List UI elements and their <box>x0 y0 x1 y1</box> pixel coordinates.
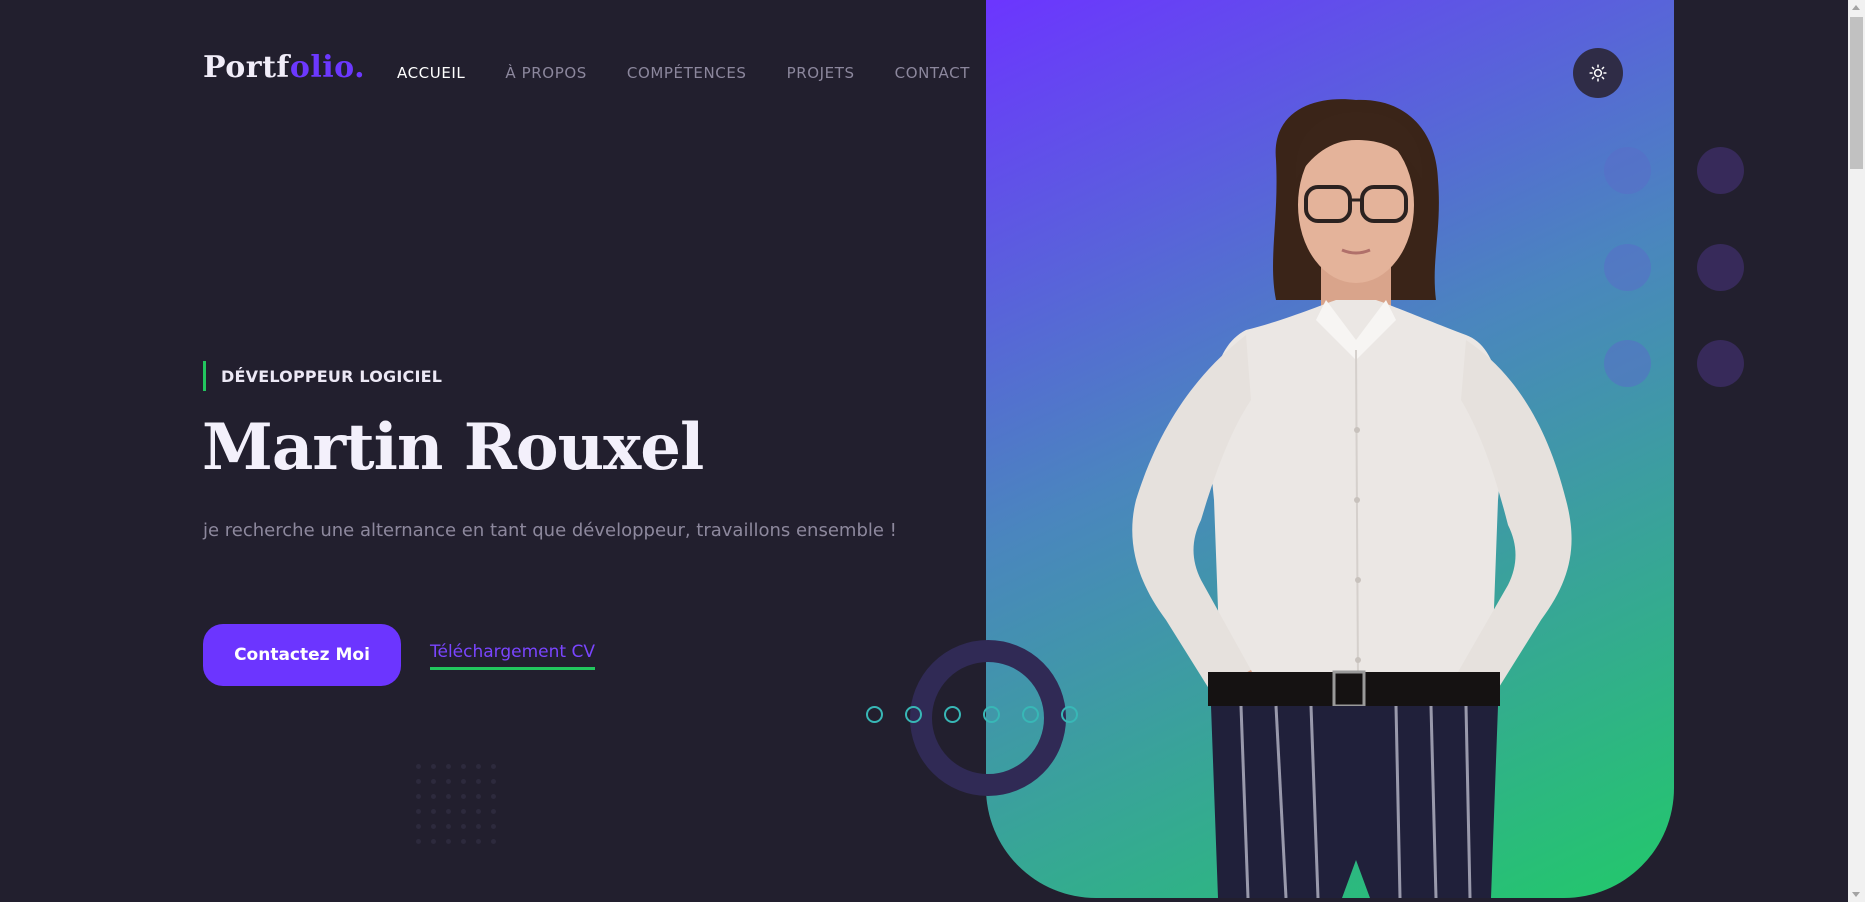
scroll-up-icon[interactable] <box>1852 5 1860 10</box>
nav-item-a-propos[interactable]: À PROPOS <box>505 64 586 82</box>
page-scrollbar[interactable] <box>1848 0 1865 902</box>
logo-text: Portf <box>203 50 290 85</box>
decor-dot <box>866 706 883 723</box>
nav-item-competences[interactable]: COMPÉTENCES <box>627 64 747 82</box>
sun-icon <box>1589 64 1607 82</box>
portfolio-page: Portfolio. ACCUEIL À PROPOS COMPÉTENCES … <box>0 0 1865 902</box>
decor-dot <box>1022 706 1039 723</box>
hero-subtitle: DÉVELOPPEUR LOGICIEL <box>203 361 442 391</box>
decor-dot <box>905 706 922 723</box>
decor-dots-row <box>866 706 1078 723</box>
nav-item-contact[interactable]: CONTACT <box>895 64 970 82</box>
decor-circle <box>1697 340 1744 387</box>
theme-toggle-button[interactable] <box>1573 48 1623 98</box>
nav-item-accueil[interactable]: ACCUEIL <box>389 64 465 84</box>
nav-item-projets[interactable]: PROJETS <box>787 64 855 82</box>
decor-circle <box>1697 147 1744 194</box>
decor-circle <box>1604 340 1651 387</box>
scrollbar-thumb[interactable] <box>1850 17 1863 169</box>
download-cv-link[interactable]: Téléchargement CV <box>430 642 595 670</box>
decor-dot-grid <box>416 764 498 846</box>
portrait-photo <box>1132 99 1572 898</box>
logo[interactable]: Portfolio. <box>203 50 365 85</box>
decor-circle <box>1604 147 1651 194</box>
decor-dot <box>983 706 1000 723</box>
decor-circle <box>1697 244 1744 291</box>
contact-button[interactable]: Contactez Moi <box>203 624 401 686</box>
decor-dot <box>944 706 961 723</box>
logo-text-accent: olio. <box>289 50 366 85</box>
hero-tagline: je recherche une alternance en tant que … <box>203 520 897 541</box>
scroll-down-icon[interactable] <box>1852 892 1860 897</box>
decor-circle <box>1604 244 1651 291</box>
main-nav: ACCUEIL À PROPOS COMPÉTENCES PROJETS CON… <box>389 64 970 84</box>
decor-dot <box>1061 706 1078 723</box>
hero-name: Martin Rouxel <box>202 410 704 485</box>
hero-image-card <box>986 0 1674 898</box>
